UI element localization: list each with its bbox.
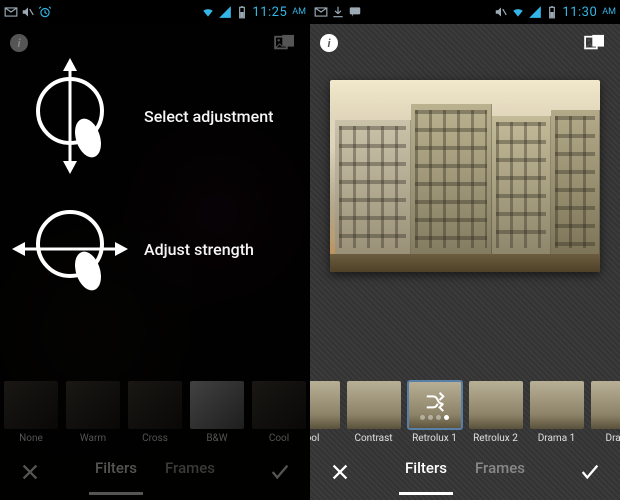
apply-button[interactable] (260, 452, 300, 492)
screenshot-left: 11:25 AM i Select adjustment (0, 0, 310, 500)
tab-frames[interactable]: Frames (163, 453, 217, 491)
filter-thumb-warm[interactable]: Warm (62, 372, 124, 444)
tutorial-row-select: Select adjustment (0, 56, 310, 176)
compare-icon[interactable] (584, 34, 606, 52)
tab-filters[interactable]: Filters (403, 453, 449, 491)
bottom-bar: Filters Frames (0, 444, 310, 500)
screenshot-right: 11:30 AM i ool Contrast (310, 0, 620, 500)
tutorial-row-adjust: Adjust strength (0, 189, 310, 309)
tab-filters[interactable]: Filters (93, 453, 139, 491)
apply-button[interactable] (570, 452, 610, 492)
clock-time: 11:30 (562, 5, 597, 20)
envelope-icon (314, 5, 328, 19)
envelope-icon (4, 5, 18, 19)
photo-preview[interactable] (330, 80, 600, 272)
cancel-button[interactable] (320, 452, 360, 492)
info-button[interactable]: i (320, 34, 338, 52)
filter-thumb-contrast[interactable]: Contrast (343, 372, 404, 444)
wifi-icon (201, 5, 215, 19)
filter-thumb-cool[interactable]: Cool (248, 372, 310, 444)
battery-icon (545, 5, 559, 19)
filter-thumb-bw[interactable]: B&W (186, 372, 248, 444)
shuffle-icon (408, 381, 462, 429)
filter-thumb-cool-partial[interactable]: ool (310, 372, 343, 444)
status-bar-left (314, 5, 362, 19)
mute-icon (494, 5, 508, 19)
cancel-button[interactable] (10, 452, 50, 492)
clock-time: 11:25 (252, 5, 287, 20)
mute-icon (21, 5, 35, 19)
status-bar: 11:25 AM (0, 0, 310, 24)
status-bar-right: 11:25 AM (201, 5, 306, 20)
tabs: Filters Frames (93, 453, 217, 491)
alarm-icon (38, 5, 52, 19)
download-icon (331, 5, 345, 19)
tabs: Filters Frames (403, 453, 527, 491)
status-bar: 11:30 AM (310, 0, 620, 24)
filter-thumb-drama1[interactable]: Drama 1 (526, 372, 587, 444)
filter-thumb-retrolux1[interactable]: Retrolux 1 (404, 372, 465, 444)
filter-thumbnail-strip[interactable]: None Warm Cross B&W Cool (0, 372, 310, 444)
status-bar-left (4, 5, 52, 19)
page-indicator (420, 415, 449, 420)
filter-thumb-drama-partial[interactable]: Dram (587, 372, 620, 444)
battery-icon (235, 5, 249, 19)
horizontal-swipe-icon (0, 189, 140, 309)
tutorial-label-adjust: Adjust strength (144, 240, 254, 259)
bottom-bar: Filters Frames (310, 444, 620, 500)
status-bar-right: 11:30 AM (494, 5, 616, 20)
signal-icon (218, 5, 232, 19)
filter-thumb-cross[interactable]: Cross (124, 372, 186, 444)
tab-frames[interactable]: Frames (473, 453, 527, 491)
filter-thumb-retrolux2[interactable]: Retrolux 2 (465, 372, 526, 444)
signal-icon (528, 5, 542, 19)
filter-thumb-none[interactable]: None (0, 372, 62, 444)
wifi-icon (511, 5, 525, 19)
chat-icon (348, 5, 362, 19)
tutorial-label-select: Select adjustment (144, 107, 273, 126)
filter-thumbnail-strip[interactable]: ool Contrast Retrolux 1 Retrolux 2 Dr (310, 372, 620, 444)
vertical-swipe-icon (0, 56, 140, 176)
clock-ampm: AM (602, 7, 616, 17)
clock-ampm: AM (292, 7, 306, 17)
